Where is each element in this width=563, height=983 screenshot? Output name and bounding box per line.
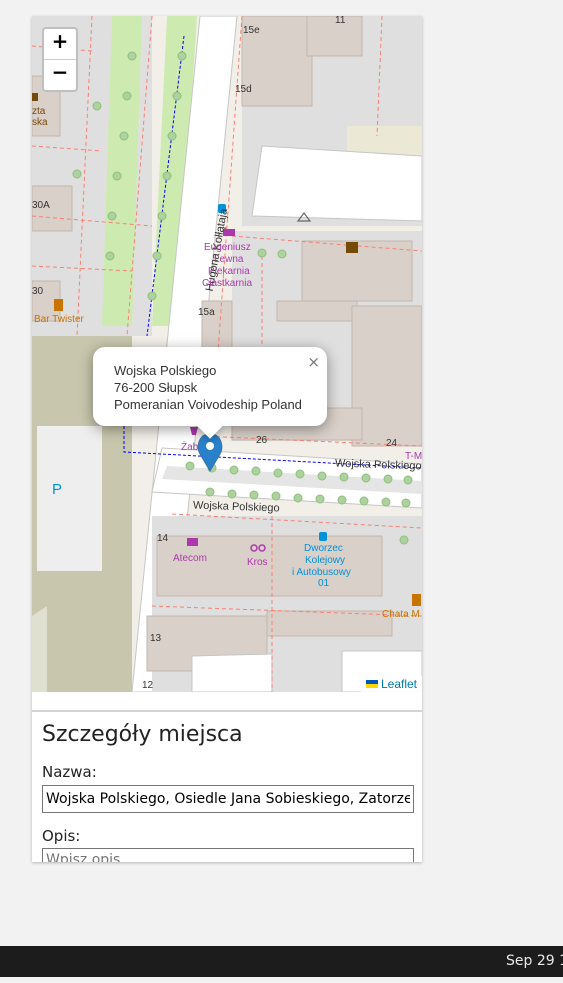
restaurant-icon-2 <box>412 594 421 606</box>
zoom-out-button[interactable]: − <box>44 59 76 90</box>
ukraine-flag-icon <box>365 680 378 688</box>
house-number-30a: 30A <box>32 200 50 211</box>
house-number-12: 12 <box>142 680 154 691</box>
zoom-in-button[interactable]: + <box>44 29 76 59</box>
popup-address-line-1: Wojska Polskiego <box>114 363 217 378</box>
description-textarea[interactable] <box>42 848 414 862</box>
bakery-label-1: Eugeniusz <box>204 242 251 253</box>
station-label-3: i Autobusowy <box>292 567 351 578</box>
map-view[interactable]: P Hugona Kołłątaja Wojska Polskiego Wojs… <box>32 16 422 692</box>
zoom-control: + − <box>42 27 78 92</box>
bakery-label-2: Lewna <box>214 254 244 265</box>
name-label: Nazwa: <box>42 763 97 781</box>
house-number-15e: 15e <box>243 25 260 36</box>
taskbar: Sep 29 1 <box>0 946 563 977</box>
station-label-2: Kolejowy <box>305 555 346 566</box>
zabka-label: Żab <box>181 442 199 453</box>
house-number-14: 14 <box>157 533 169 544</box>
toilets-icon <box>346 242 358 253</box>
station-label-1: Dworzec <box>304 543 343 554</box>
popup-content: Wojska Polskiego 76-200 Słupsk Pomerania… <box>93 347 327 413</box>
bus-station-icon <box>319 532 327 541</box>
bakery-label-4: Ciastkarnia <box>202 278 253 289</box>
details-title: Szczegóły miejsca <box>42 722 243 747</box>
house-number-30: 30 <box>32 286 44 297</box>
computer-shop-icon <box>187 538 198 546</box>
place-card: P Hugona Kołłątaja Wojska Polskiego Wojs… <box>32 16 422 862</box>
bar-twister-label: Bar Twister <box>34 314 84 325</box>
left-edge-label-a: zta <box>32 106 46 117</box>
chata-label: Chata M <box>382 609 420 620</box>
bakery-label-3: Piekarnia <box>208 266 250 277</box>
station-label-4: 01 <box>318 578 330 589</box>
name-input[interactable] <box>42 785 414 813</box>
popup-address-line-2: 76-200 Słupsk <box>114 380 198 395</box>
atecom-label: Atecom <box>173 553 207 564</box>
house-number-15d: 15d <box>235 84 252 95</box>
tm-label: T-M <box>405 451 422 462</box>
place-details: Szczegóły miejsca Nazwa: Opis: <box>32 710 422 862</box>
house-number-15a: 15a <box>198 307 215 318</box>
location-popup: × Wojska Polskiego 76-200 Słupsk Pomeran… <box>93 347 327 439</box>
popup-address-line-3: Pomeranian Voivodeship Poland <box>114 397 302 412</box>
house-number-24: 24 <box>386 438 398 449</box>
left-edge-label-b: ska <box>32 117 48 128</box>
kros-label: Kros <box>247 557 268 568</box>
map-attribution: Leaflet <box>360 676 422 692</box>
restaurant-icon <box>54 299 63 311</box>
leaflet-link[interactable]: Leaflet <box>381 677 417 691</box>
taskbar-clock[interactable]: Sep 29 1 <box>506 953 563 969</box>
house-number-26: 26 <box>256 435 268 446</box>
house-number-11: 11 <box>335 16 346 26</box>
description-label: Opis: <box>42 827 81 845</box>
house-number-13: 13 <box>150 633 162 644</box>
parking-label: P <box>52 481 62 498</box>
